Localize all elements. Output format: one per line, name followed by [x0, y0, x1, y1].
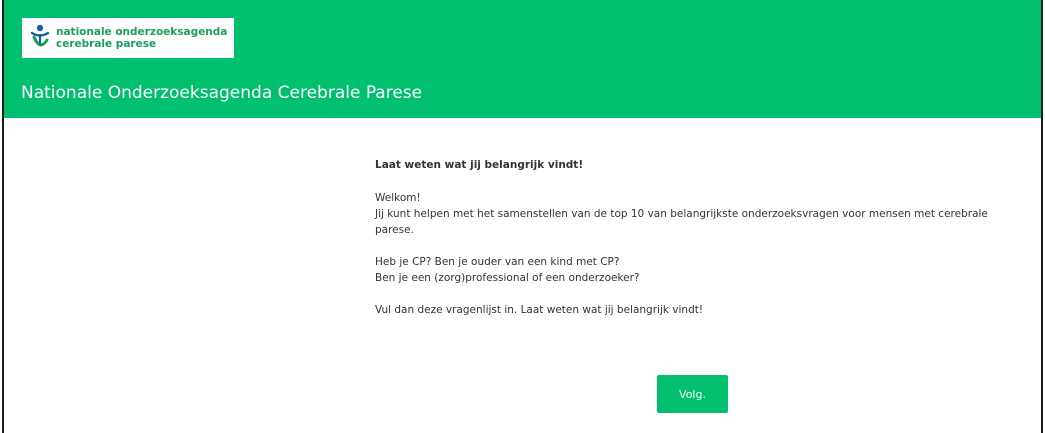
next-button[interactable]: Volg.	[657, 375, 728, 413]
intro-welcome-block: Welkom! Jij kunt helpen met het samenste…	[375, 190, 995, 238]
question-line-1: Heb je CP? Ben je ouder van een kind met…	[375, 256, 620, 268]
header-banner: nationale onderzoeksagenda cerebrale par…	[4, 0, 1041, 118]
page: nationale onderzoeksagenda cerebrale par…	[2, 0, 1043, 433]
intro-heading: Laat weten wat jij belangrijk vindt!	[375, 159, 584, 171]
call-to-action: Vul dan deze vragenlijst in. Laat weten …	[375, 304, 704, 316]
page-title: Nationale Onderzoeksagenda Cerebrale Par…	[21, 83, 423, 103]
intro-paragraph: Jij kunt helpen met het samenstellen van…	[375, 208, 988, 236]
question-line-2: Ben je een (zorg)professional of een ond…	[375, 272, 640, 284]
logo-icon	[30, 24, 50, 47]
logo-line-1: nationale onderzoeksagenda	[56, 26, 228, 38]
logo-line-2: cerebrale parese	[56, 38, 157, 50]
logo-wordmark: nationale onderzoeksagenda cerebrale par…	[56, 26, 227, 50]
logo: nationale onderzoeksagenda cerebrale par…	[22, 18, 234, 58]
welcome-text: Welkom!	[375, 192, 421, 204]
intro-text: Laat weten wat jij belangrijk vindt! Wel…	[375, 157, 995, 334]
intro-questions: Heb je CP? Ben je ouder van een kind met…	[375, 254, 995, 286]
